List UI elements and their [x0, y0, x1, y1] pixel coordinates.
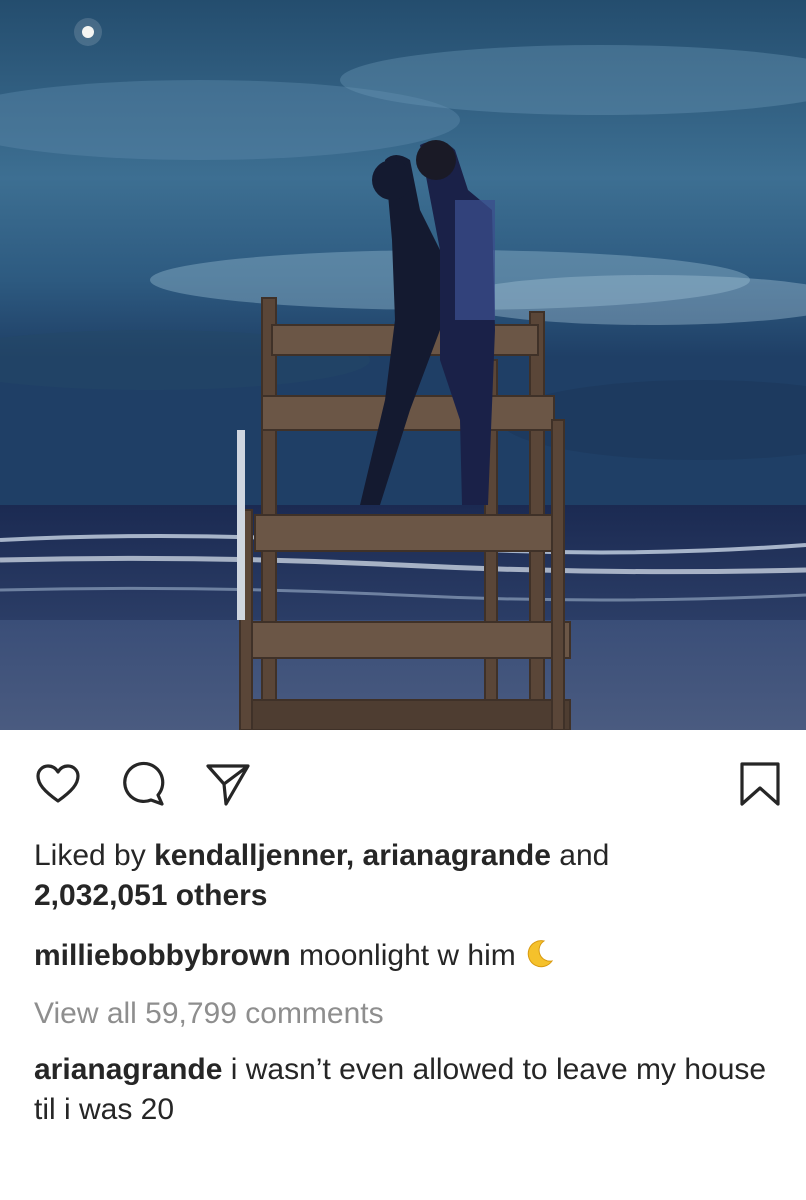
comment-username[interactable]: arianagrande	[34, 1053, 222, 1086]
likes-prefix: Liked by	[34, 839, 146, 872]
post-caption: milliebobbybrown moonlight w him	[34, 936, 774, 976]
likes-count[interactable]: 2,032,051 others	[34, 879, 267, 912]
share-icon[interactable]	[204, 760, 252, 808]
caption-username[interactable]: milliebobbybrown	[34, 939, 291, 972]
liker-username[interactable]: arianagrande	[363, 839, 551, 872]
caption-text: moonlight w him	[299, 939, 516, 972]
heart-icon[interactable]	[34, 760, 82, 808]
comment-icon[interactable]	[118, 760, 166, 808]
view-all-comments-link[interactable]: View all 59,799 comments	[34, 994, 384, 1034]
likes-and: and	[559, 839, 610, 872]
crescent-moon-icon	[524, 939, 554, 969]
bookmark-icon[interactable]	[736, 760, 784, 808]
likes-summary[interactable]: Liked by kendalljenner, arianagrande and…	[34, 836, 774, 916]
beach-scene-image	[0, 0, 806, 730]
post-photo[interactable]	[0, 0, 806, 730]
action-bar	[0, 750, 806, 820]
liker-username[interactable]: kendalljenner,	[154, 839, 354, 872]
comment-item: arianagrande i wasn’t even allowed to le…	[34, 1050, 784, 1130]
